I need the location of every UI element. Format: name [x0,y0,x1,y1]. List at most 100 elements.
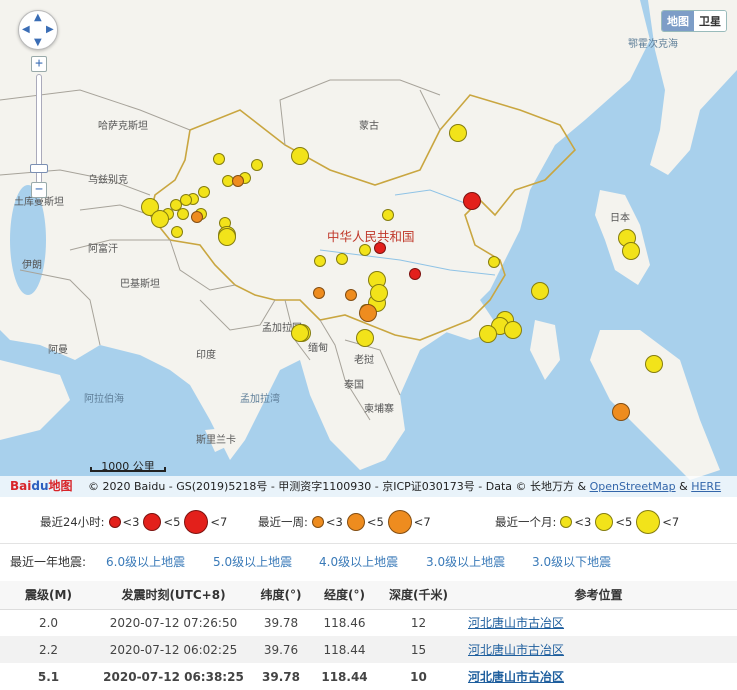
legend-week-item-1: <3 [325,515,343,529]
quake-marker[interactable] [291,324,309,342]
cell-lon: 118.44 [312,636,377,663]
quake-marker[interactable] [463,192,481,210]
quake-marker[interactable] [359,304,377,322]
quake-marker[interactable] [177,208,189,220]
legend-month-label: 最近一个月: [495,515,557,529]
legend-day-label: 最近24小时: [40,515,105,529]
cell-location: 河北唐山市古冶区 [460,663,737,690]
quake-marker[interactable] [622,242,640,260]
osm-link[interactable]: OpenStreetMap [590,480,676,493]
pan-control[interactable]: ▲ ▼ ◀ ▶ [18,10,58,50]
zoom-slider-thumb[interactable] [30,164,48,173]
quake-marker[interactable] [488,256,500,268]
quake-marker[interactable] [213,153,225,165]
legend-day-item-3: <7 [210,515,228,529]
label-china: 中华人民共和国 [327,229,415,244]
legend-week-medium-dot [346,513,365,531]
quake-marker[interactable] [313,287,325,299]
map-type-switch[interactable]: 地图 卫星 [661,10,727,32]
quake-marker[interactable] [291,147,309,165]
col-magnitude: 震级(M) [0,581,97,610]
quake-marker[interactable] [218,228,236,246]
year-filter-bar: 最近一年地震: 6.0级以上地震 5.0级以上地震 4.0级以上地震 3.0级以… [0,550,737,574]
quake-marker[interactable] [359,244,371,256]
cell-time: 2020-07-12 06:38:25 [103,669,244,684]
filter-6plus-link[interactable]: 6.0级以上地震 [106,550,185,574]
label-bay-of-bengal: 孟加拉湾 [240,394,280,405]
quake-marker[interactable] [198,186,210,198]
label-kazakhstan: 哈萨克斯坦 [98,121,148,132]
quake-marker[interactable] [370,284,388,302]
map-type-satellite[interactable]: 卫星 [694,11,726,31]
baidu-logo: Baidu地图 [10,476,73,497]
quake-marker[interactable] [531,282,549,300]
pan-right-icon[interactable]: ▶ [46,25,54,35]
quake-marker[interactable] [409,268,421,280]
filter-below3-link[interactable]: 3.0级以下地震 [532,550,611,574]
legend-month-small-dot [560,516,573,528]
quake-marker[interactable] [171,226,183,238]
map-type-map[interactable]: 地图 [662,11,694,31]
filter-4plus-link[interactable]: 4.0级以上地震 [319,550,398,574]
filter-3plus-link[interactable]: 3.0级以上地震 [426,550,505,574]
copyright-text: © 2020 Baidu - GS(2019)5218号 - 甲测资字11009… [88,480,590,493]
cell-depth: 15 [377,636,460,663]
scale-bar: 1000 公里 [90,458,166,473]
earthquake-map[interactable]: 鄂霍次克海 哈萨克斯坦 蒙古 乌兹别克 土库曼斯坦 阿富汗 伊朗 巴基斯坦 中华… [0,0,737,497]
label-cambodia: 柬埔寨 [364,404,394,415]
quake-marker[interactable] [504,321,522,339]
quake-marker[interactable] [356,329,374,347]
quake-marker[interactable] [314,255,326,267]
label-sri-lanka: 斯里兰卡 [196,435,236,446]
taiwan-land [530,320,560,380]
location-link[interactable]: 河北唐山市古冶区 [468,670,564,684]
quake-marker[interactable] [151,210,169,228]
label-uzbekistan: 乌兹别克 [88,175,128,186]
legend-month-medium-dot [595,513,614,531]
location-link[interactable]: 河北唐山市古冶区 [468,616,564,630]
pan-left-icon[interactable]: ◀ [22,25,30,35]
label-japan: 日本 [610,213,630,224]
legend-day-item-1: <3 [122,515,140,529]
legend-month: 最近一个月: <3 <5 <7 [495,504,679,540]
zoom-out-button[interactable]: − [31,182,47,198]
cell-time: 2020-07-12 07:26:50 [109,615,238,630]
location-link[interactable]: 河北唐山市古冶区 [468,643,564,657]
table-row: 2.2 2020-07-12 06:02:25 39.76 118.44 15 … [0,636,737,663]
cell-lat: 39.78 [263,615,299,630]
cell-lat: 39.76 [250,636,312,663]
legend-day-item-2: <5 [163,515,181,529]
pan-up-icon[interactable]: ▲ [34,13,42,23]
quake-marker[interactable] [251,159,263,171]
table-row: 2.0 2020-07-12 07:26:50 39.78 118.46 12 … [0,609,737,636]
quake-marker[interactable] [382,209,394,221]
legend-week-large-dot [387,510,412,534]
quake-marker[interactable] [645,355,663,373]
quake-marker[interactable] [191,211,203,223]
quake-marker[interactable] [612,403,630,421]
logo-map-text: 地图 [48,479,73,493]
quake-marker[interactable] [232,175,244,187]
logo-text: Bai [10,479,32,493]
quake-marker[interactable] [374,242,386,254]
label-arabian-sea: 阿拉伯海 [84,394,124,405]
col-location: 参考位置 [460,581,737,610]
philippines-land [590,330,720,480]
label-pakistan: 巴基斯坦 [120,279,160,290]
legend-day: 最近24小时: <3 <5 <7 [40,504,227,540]
quake-marker[interactable] [479,325,497,343]
scale-line [90,467,166,472]
quake-marker[interactable] [336,253,348,265]
quake-marker[interactable] [449,124,467,142]
label-myanmar: 缅甸 [308,343,328,354]
pan-down-icon[interactable]: ▼ [34,38,42,48]
filter-5plus-link[interactable]: 5.0级以上地震 [213,550,292,574]
zoom-in-button[interactable]: + [31,56,47,72]
cell-location: 河北唐山市古冶区 [460,636,737,663]
quake-marker[interactable] [345,289,357,301]
legend-day-medium-dot [143,513,162,531]
cell-time: 2020-07-12 06:02:25 [97,636,250,663]
here-link[interactable]: HERE [691,480,721,493]
quake-marker[interactable] [180,194,192,206]
cell-magnitude: 2.2 [0,636,97,663]
